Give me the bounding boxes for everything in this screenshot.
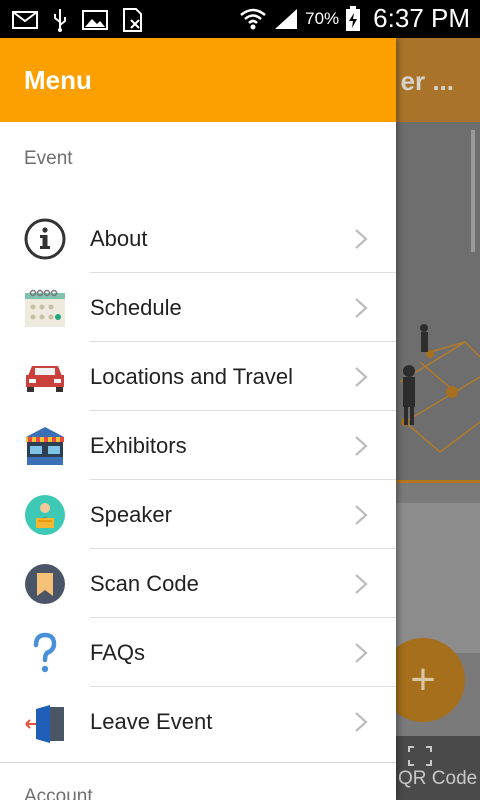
question-icon xyxy=(33,632,57,673)
menu-item-label: Locations and Travel xyxy=(90,363,294,389)
chevron-right-icon xyxy=(355,298,368,318)
menu-item-leave-event[interactable]: Leave Event xyxy=(0,687,396,756)
chevron-right-icon xyxy=(355,712,368,732)
chevron-right-icon xyxy=(355,367,368,387)
scrollbar[interactable] xyxy=(471,130,475,252)
navigation-drawer: Menu Event About Schedule Locations and … xyxy=(0,38,396,800)
exit-door-icon xyxy=(25,705,64,743)
drawer-header: Menu xyxy=(0,38,396,122)
signal-icon xyxy=(275,8,298,29)
car-icon xyxy=(26,366,64,392)
chevron-right-icon xyxy=(355,436,368,456)
menu-item-label: Leave Event xyxy=(90,708,213,734)
background-divider xyxy=(396,480,480,483)
speaker-icon xyxy=(25,495,65,535)
menu-item-locations-and-travel[interactable]: Locations and Travel xyxy=(0,342,396,411)
menu-item-label: Schedule xyxy=(90,294,182,320)
menu-item-label: Speaker xyxy=(90,501,172,527)
menu-item-about[interactable]: About xyxy=(0,204,396,273)
email-icon xyxy=(12,11,38,29)
menu-item-label: Exhibitors xyxy=(90,432,187,458)
no-sim-icon xyxy=(123,8,142,32)
section-label-event: Event xyxy=(24,148,73,169)
info-icon xyxy=(24,218,66,260)
chevron-right-icon xyxy=(355,574,368,594)
menu-item-label: Scan Code xyxy=(90,570,199,596)
calendar-icon xyxy=(25,289,65,327)
drawer-title: Menu xyxy=(24,64,92,95)
battery-charging-icon xyxy=(346,5,361,31)
battery-percent: 70% xyxy=(305,8,340,28)
status-bar: 70% 6:37 PM xyxy=(0,0,480,38)
background-title: er ... xyxy=(400,66,454,96)
drawer-menu: About Schedule Locations and Travel Exhi… xyxy=(0,204,396,756)
booth-icon xyxy=(26,427,64,465)
section-label-account: Account xyxy=(24,786,93,800)
menu-item-scan-code[interactable]: Scan Code xyxy=(0,549,396,618)
menu-item-faqs[interactable]: FAQs xyxy=(0,618,396,687)
plus-icon: + xyxy=(410,655,436,704)
background-card xyxy=(396,503,480,653)
image-icon xyxy=(82,10,108,30)
chevron-right-icon xyxy=(355,505,368,525)
qr-code-label[interactable]: QR Code xyxy=(398,768,477,790)
menu-item-label: About xyxy=(90,225,148,251)
menu-item-speaker[interactable]: Speaker xyxy=(0,480,396,549)
menu-item-exhibitors[interactable]: Exhibitors xyxy=(0,411,396,480)
clock: 6:37 PM xyxy=(373,3,470,33)
wifi-icon xyxy=(240,8,266,29)
menu-item-schedule[interactable]: Schedule xyxy=(0,273,396,342)
chevron-right-icon xyxy=(355,229,368,249)
chevron-right-icon xyxy=(355,643,368,663)
section-divider xyxy=(0,762,396,763)
usb-icon xyxy=(54,9,66,32)
menu-item-label: FAQs xyxy=(90,639,146,665)
scan-frame-icon xyxy=(408,746,432,766)
bookmark-icon xyxy=(25,564,65,604)
